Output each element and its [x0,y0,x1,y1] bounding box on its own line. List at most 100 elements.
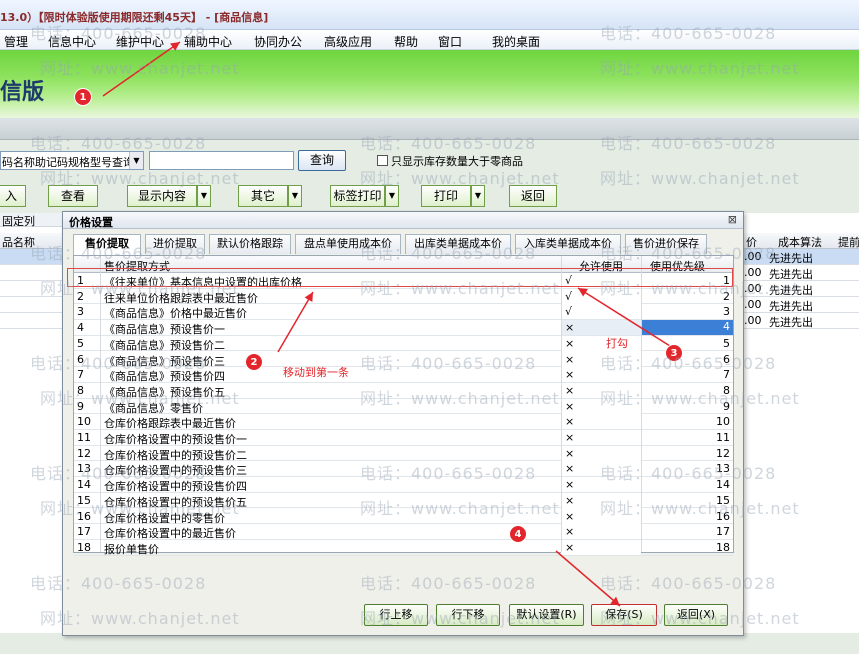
allow-cell[interactable]: × [561,398,641,414]
allow-cell[interactable]: × [561,477,641,493]
priority-cell: 11 [716,431,730,444]
grid-row[interactable]: 4 《商品信息》预设售价一 × 4 [74,320,733,336]
grid-row[interactable]: 11 仓库价格设置中的预设售价一 × 11 [74,430,733,446]
grid-row[interactable]: 18 报价单售价 × 18 [74,539,733,556]
allow-cell[interactable]: × [561,492,641,508]
allow-cell[interactable]: × [561,430,641,445]
allow-cell[interactable]: × [561,445,641,461]
column-header-price[interactable]: 价 [746,234,757,250]
grid-row[interactable]: 2 往来单位价格跟踪表中最近售价 √ 2 [74,288,733,305]
grid-row[interactable]: 5 《商品信息》预设售价二 × 5 [74,335,733,352]
other-button[interactable]: 其它 [238,185,288,207]
tab-stocktake-cost[interactable]: 盘点单使用成本价 [295,234,401,254]
dialog-tabs: 售价提取 进价提取 默认价格跟踪 盘点单使用成本价 出库类单据成本价 入库类单据… [73,234,739,255]
allow-cell[interactable]: √ [561,288,641,304]
tab-outbound-cost[interactable]: 出库类单据成本价 [405,234,511,254]
back-button[interactable]: 返回(X) [664,604,728,626]
only-in-stock-checkbox[interactable] [377,155,388,166]
label-print-button[interactable]: 标签打印 [330,185,385,207]
row-number: 11 [77,431,91,444]
grid-row[interactable]: 12 仓库价格设置中的预设售价二 × 12 [74,445,733,462]
allow-cell[interactable]: × [561,461,641,477]
grid-row[interactable]: 14 仓库价格设置中的预设售价四 × 14 [74,477,733,493]
import-button[interactable]: 入 [0,185,26,207]
priority-cell: 4 [642,320,733,336]
menu-item-auxiliary-center[interactable]: 辅助中心 [184,33,232,50]
menu-item-advanced[interactable]: 高级应用 [324,33,372,50]
priority-cell: 8 [723,383,730,397]
row-number: 2 [77,289,84,303]
row-number: 7 [77,368,84,382]
menu-item-maintenance-center[interactable]: 维护中心 [116,33,164,50]
allow-cell[interactable]: × [561,508,641,524]
app-banner: 信版 [0,50,859,118]
save-button[interactable]: 保存(S) [591,604,657,626]
allow-cell[interactable]: × [561,320,641,336]
view-button[interactable]: 查看 [48,185,98,207]
priority-cell: 10 [716,415,730,429]
dialog-title: 价格设置 [69,216,113,229]
method-cell: 《商品信息》预设售价五 [104,385,225,399]
menu-item-window[interactable]: 窗口 [438,33,462,50]
move-down-button[interactable]: 行下移 [436,604,500,626]
display-content-button[interactable]: 显示内容 [127,185,197,207]
allow-cell[interactable]: √ [561,304,641,320]
allow-cell[interactable]: × [561,335,641,351]
return-button[interactable]: 返回 [509,185,557,207]
title-bar: 13.0）【限时体验版使用期限还剩45天】 - [商品信息] [0,0,859,30]
menu-item-my-desktop[interactable]: 我的桌面 [492,33,540,50]
tab-inbound-cost[interactable]: 入库类单据成本价 [515,234,621,254]
menu-item-help[interactable]: 帮助 [394,33,418,50]
grid-row[interactable]: 17 仓库价格设置中的最近售价 × 17 [74,524,733,540]
search-field-combo[interactable]: 码名称助记码规格型号查询 ▼ [0,151,144,170]
grid-row[interactable]: 6 《商品信息》预设售价三 × 6 [74,351,733,368]
grid-row[interactable]: 13 仓库价格设置中的预设售价三 × 13 [74,461,733,477]
grid-row[interactable]: 8 《商品信息》预设售价五 × 8 [74,382,733,399]
only-in-stock-label: 只显示库存数量大于零商品 [391,155,523,168]
default-settings-button[interactable]: 默认设置(R) [509,604,584,626]
sale-price-grid: 售价提取方式 允许使用 使用优先级 1 《往来单位》基本信息中设置的出库价格 √ 1 2… [73,255,734,556]
search-input[interactable] [149,151,294,170]
grid-row[interactable]: 3 《商品信息》价格中最近售价 √ 3 [74,304,733,320]
menu-item-info-center[interactable]: 信息中心 [48,33,96,50]
allow-cell[interactable]: × [561,539,641,555]
chevron-down-icon[interactable]: ▼ [129,152,143,169]
label-print-dropdown-icon[interactable]: ▼ [385,185,399,207]
priority-cell: 18 [716,540,730,554]
method-cell: 仓库价格设置中的预设售价五 [104,495,247,509]
column-header-cost-method[interactable]: 成本算法 [778,234,822,250]
close-icon[interactable]: ⊠ [728,213,737,226]
window-title: 13.0）【限时体验版使用期限还剩45天】 - [商品信息] [0,11,269,24]
tab-sale-price-fetch[interactable]: 售价提取 [73,234,141,255]
priority-cell: 13 [716,462,730,476]
move-up-button[interactable]: 行上移 [364,604,428,626]
display-content-dropdown-icon[interactable]: ▼ [197,185,211,207]
allow-cell[interactable]: × [561,351,641,367]
method-cell: 《商品信息》价格中最近售价 [104,307,247,321]
grid-row[interactable]: 10 仓库价格跟踪表中最近售价 × 10 [74,414,733,430]
print-dropdown-icon[interactable]: ▼ [471,185,485,207]
tab-purchase-price-fetch[interactable]: 进价提取 [145,234,205,254]
tab-default-price-tracking[interactable]: 默认价格跟踪 [209,234,291,254]
search-button[interactable]: 查询 [298,150,346,171]
allow-cell[interactable]: × [561,382,641,398]
method-cell: 《商品信息》预设售价二 [104,338,225,352]
print-button[interactable]: 打印 [421,185,471,207]
grid-row[interactable]: 15 仓库价格设置中的预设售价五 × 15 [74,492,733,509]
column-header-name[interactable]: 品名称 [2,234,35,250]
allow-cell[interactable]: × [561,524,641,540]
method-cell: 《商品信息》预设售价一 [104,323,225,337]
other-dropdown-icon[interactable]: ▼ [288,185,302,207]
tab-price-save[interactable]: 售价进价保存 [625,234,707,254]
menu-item-collaboration[interactable]: 协同办公 [254,33,302,50]
grid-row[interactable]: 7 《商品信息》预设售价四 × 7 [74,367,733,383]
method-cell: 仓库价格跟踪表中最近售价 [104,417,236,431]
row-number: 17 [77,525,91,539]
method-cell: 仓库价格设置中的预设售价一 [104,433,247,446]
allow-cell[interactable]: × [561,414,641,430]
column-header-advance[interactable]: 提前 [838,234,859,250]
grid-row[interactable]: 9 《商品信息》零售价 × 9 [74,398,733,415]
allow-cell[interactable]: × [561,367,641,383]
menu-item-manage[interactable]: 管理 [4,33,28,50]
grid-row[interactable]: 16 仓库价格设置中的零售价 × 16 [74,508,733,525]
